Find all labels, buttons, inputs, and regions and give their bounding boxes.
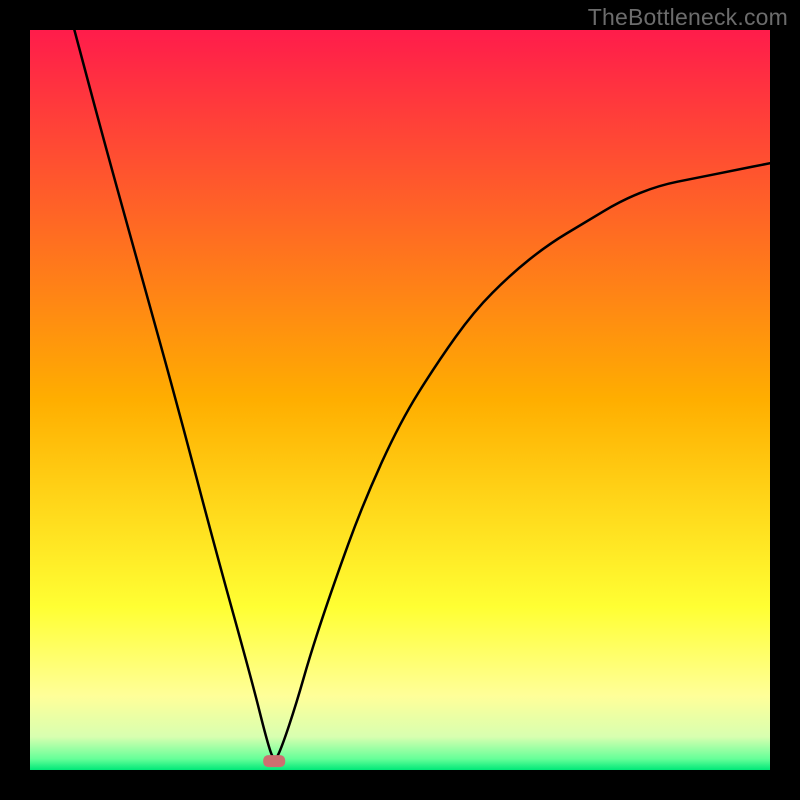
- chart-background: [30, 30, 770, 770]
- chart-frame: TheBottleneck.com: [0, 0, 800, 800]
- chart-svg: [30, 30, 770, 770]
- chart-plot-area: [30, 30, 770, 770]
- watermark-label: TheBottleneck.com: [588, 4, 788, 31]
- minimum-marker: [263, 755, 285, 767]
